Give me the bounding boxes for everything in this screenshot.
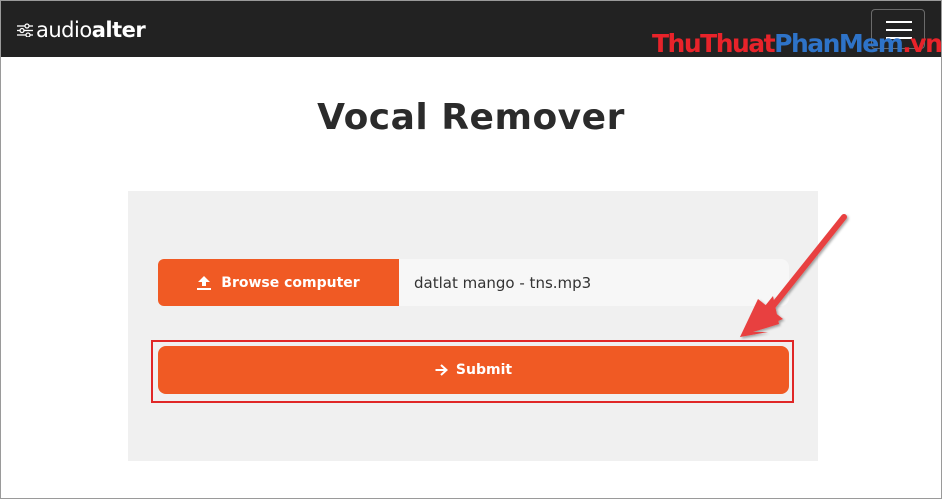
upload-panel bbox=[128, 191, 818, 461]
watermark-part1: ThuThuat bbox=[652, 29, 776, 58]
watermark-part2: PhanMem bbox=[774, 29, 904, 58]
browse-computer-button[interactable]: Browse computer bbox=[158, 259, 399, 306]
brand-name-part1: audio bbox=[36, 18, 92, 42]
browse-button-label: Browse computer bbox=[221, 274, 360, 291]
audioalter-logo[interactable]: audio alter bbox=[17, 18, 146, 42]
watermark-part3: .vn bbox=[902, 29, 942, 58]
upload-icon bbox=[197, 275, 212, 290]
brand-name-part2: alter bbox=[91, 18, 146, 42]
submit-highlight-box bbox=[151, 340, 794, 403]
watermark: ThuThuatPhanMem.vn bbox=[652, 29, 942, 58]
hamburger-menu-icon bbox=[886, 21, 912, 23]
page-title: Vocal Remover bbox=[317, 97, 625, 138]
selected-file-name: datlat mango - tns.mp3 bbox=[414, 273, 592, 292]
selected-file-field[interactable]: datlat mango - tns.mp3 bbox=[399, 259, 789, 306]
sliders-icon bbox=[17, 23, 33, 37]
